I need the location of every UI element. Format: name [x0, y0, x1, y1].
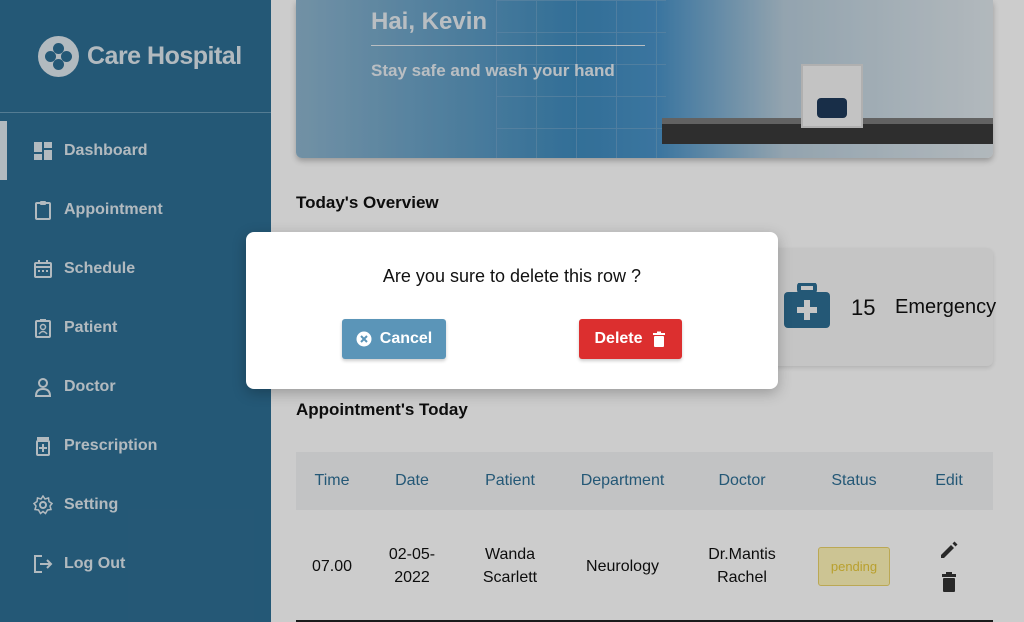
close-circle-icon	[356, 331, 372, 347]
cancel-button-label: Cancel	[379, 330, 433, 347]
delete-button[interactable]: Delete	[579, 319, 682, 359]
delete-confirm-dialog: Are you sure to delete this row ? Cancel…	[246, 232, 778, 389]
trash-icon	[652, 331, 665, 347]
cancel-button[interactable]: Cancel	[342, 319, 446, 359]
delete-button-label: Delete	[594, 330, 643, 347]
dialog-message: Are you sure to delete this row ?	[382, 266, 642, 286]
